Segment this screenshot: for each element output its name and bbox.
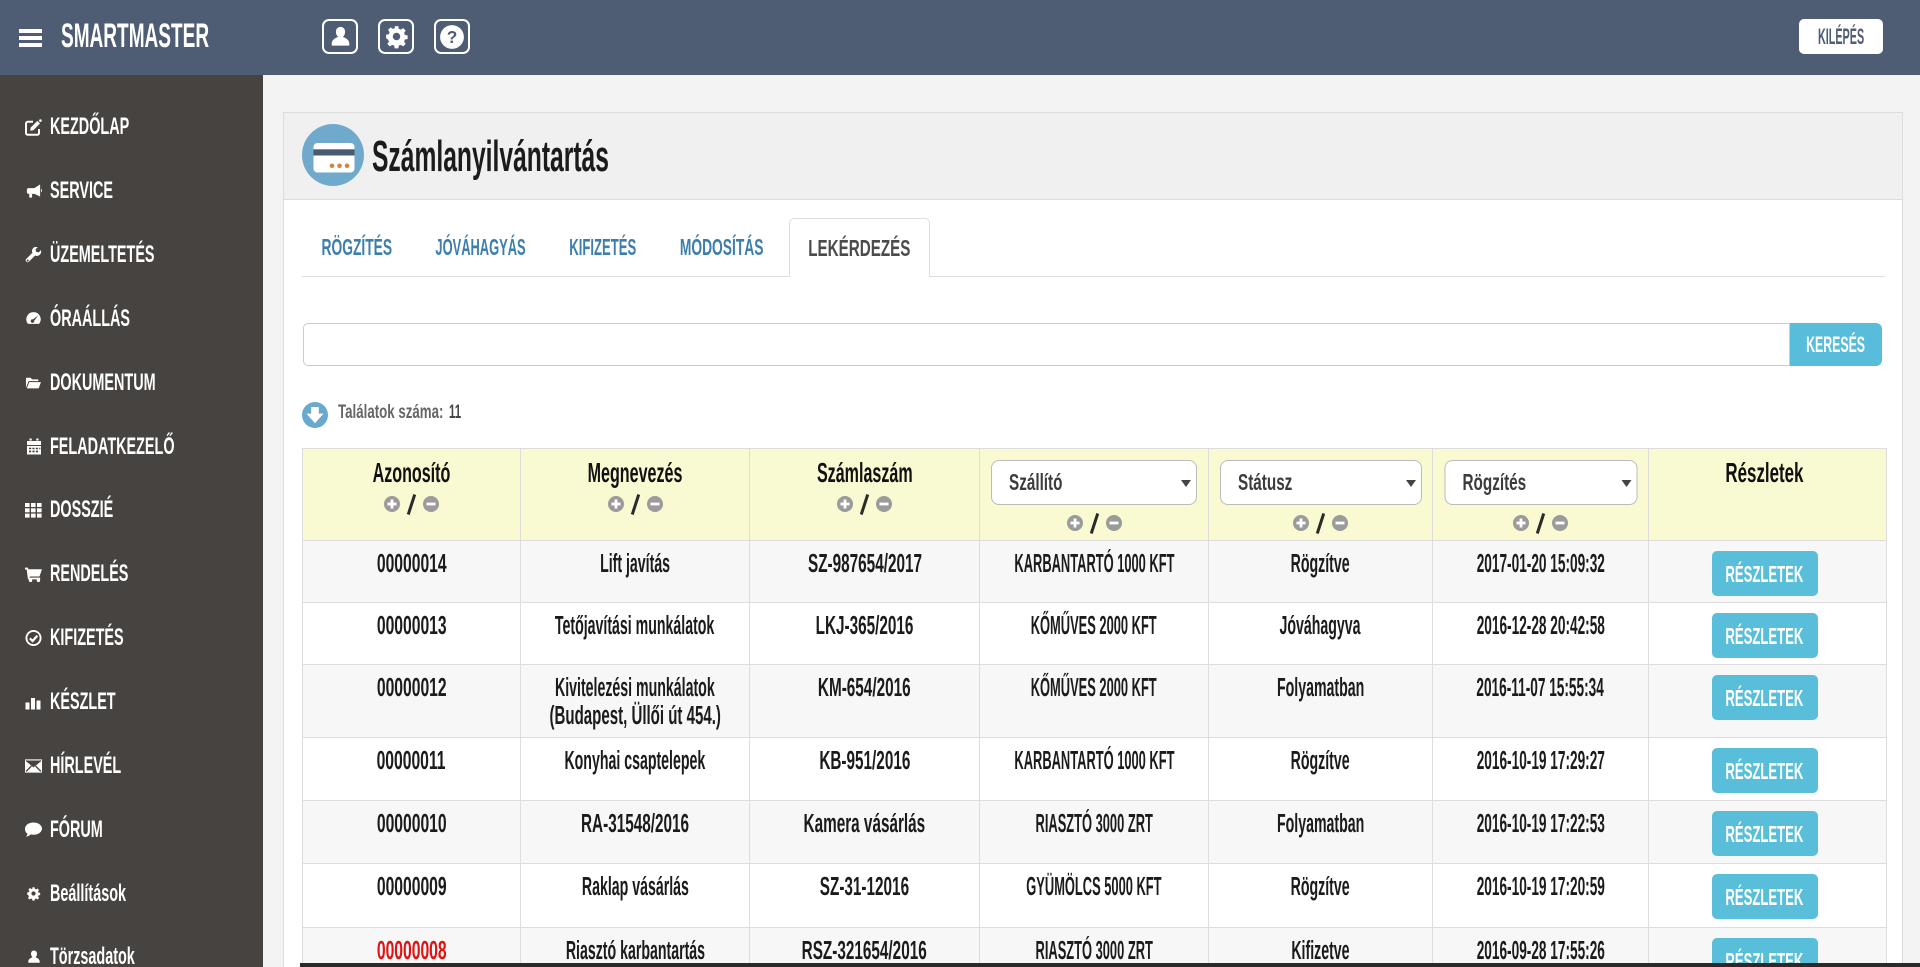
svg-text:?: ? <box>447 27 458 47</box>
